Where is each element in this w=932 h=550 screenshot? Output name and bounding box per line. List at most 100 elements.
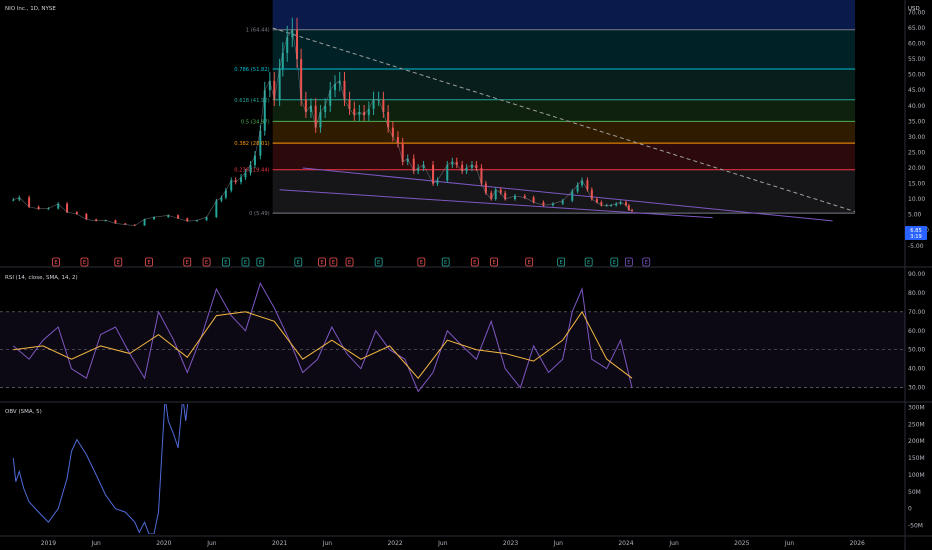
rsi-axis-tick: 30.00 (908, 385, 925, 392)
price-axis-tick: 20.00 (908, 165, 925, 172)
obv-axis-tick: 150M (908, 455, 925, 462)
earnings-marker-label: E (587, 260, 590, 266)
earnings-marker-label: E (377, 260, 380, 266)
fib-zone (272, 99, 856, 122)
fib-level-label: 0.236 (19.44) (234, 168, 269, 174)
fib-zone (272, 121, 856, 144)
fib-zone (272, 169, 856, 214)
chart-root: 1 (64.44) 0.786 (51.82) 0.618 (41.92) 0.5 (… (0, 0, 932, 550)
price-axis-tick: 45.00 (908, 87, 925, 94)
obv-line[interactable] (12, 380, 192, 534)
earnings-marker-label: E (297, 260, 300, 266)
price-axis-tick: 60.00 (908, 41, 925, 48)
price-candle-body (12, 199, 15, 201)
fib-zone-above (272, 0, 856, 30)
price-axis-tick: 40.00 (908, 103, 925, 110)
fib-zone (272, 69, 856, 100)
price-axis-tick: 5.00 (908, 212, 922, 219)
earnings-marker[interactable]: E (318, 257, 326, 267)
earnings-marker[interactable]: E (557, 257, 566, 267)
obv-panel[interactable] (12, 380, 192, 534)
chart-title: NIO Inc., 1D, NYSE (5, 6, 56, 12)
earnings-marker[interactable]: E (374, 257, 383, 267)
x-axis-tick: 2026 (850, 540, 865, 547)
earnings-marker-label: E (224, 260, 227, 266)
price-badge-time: 3:19 (910, 234, 922, 240)
earnings-marker[interactable]: E (417, 257, 426, 267)
price-axis-tick: 50.00 (908, 72, 925, 79)
obv-title: OBV (SMA, 5) (5, 409, 42, 415)
x-axis-tick: 2025 (734, 540, 749, 547)
price-candle-body (85, 214, 88, 220)
price-axis-tick: 25.00 (908, 149, 925, 156)
currency-label: USD (908, 6, 920, 12)
fib-level-label: 0.382 (28.01) (234, 141, 269, 147)
earnings-marker[interactable]: E (183, 257, 192, 267)
obv-axis-tick: 200M (908, 438, 925, 445)
rsi-axis-tick: 90.00 (908, 271, 925, 278)
earnings-marker[interactable]: E (294, 257, 303, 267)
obv-axis-tick: 100M (908, 472, 925, 479)
obv-axis-tick: 250M (908, 421, 925, 428)
x-axis-tick: Jun (553, 540, 564, 547)
obv-axis-tick: 0 (908, 506, 912, 513)
x-axis-tick: Jun (322, 540, 333, 547)
fib-level-label: 0 (5.49) (249, 211, 270, 217)
earnings-marker-label: E (420, 260, 423, 266)
fib-zone (272, 143, 856, 170)
earnings-marker[interactable]: E (610, 257, 619, 267)
earnings-marker[interactable]: E (490, 257, 498, 267)
x-axis-tick: Jun (437, 540, 448, 547)
earnings-marker[interactable]: E (114, 257, 123, 267)
earnings-marker-label: E (627, 260, 630, 266)
price-candle-body (215, 200, 218, 218)
earnings-marker-label: E (259, 260, 262, 266)
earnings-marker-label: E (645, 260, 648, 266)
earnings-marker-label: E (444, 260, 447, 266)
x-axis-tick: Jun (206, 540, 217, 547)
x-axis-tick: Jun (784, 540, 795, 547)
earnings-marker-label: E (613, 260, 616, 266)
rsi-axis-tick: 40.00 (908, 366, 925, 373)
earnings-marker[interactable]: E (221, 257, 230, 267)
price-candle-body (143, 219, 146, 226)
earnings-marker[interactable]: E (345, 257, 354, 267)
earnings-marker[interactable]: E (52, 257, 60, 267)
earnings-marker[interactable]: E (624, 257, 633, 267)
x-axis-tick: 2022 (387, 540, 402, 547)
price-axis-tick: 65.00 (908, 25, 925, 32)
x-axis-tick: 2019 (41, 540, 56, 547)
price-badge: 6.85 3:19 (905, 226, 927, 240)
earnings-marker[interactable]: E (145, 257, 153, 267)
fib-zone (272, 29, 856, 70)
price-axis-tick: 10.00 (908, 196, 925, 203)
earnings-marker[interactable]: E (256, 257, 265, 267)
earnings-marker[interactable]: E (470, 257, 479, 267)
earnings-marker[interactable]: E (202, 257, 211, 267)
earnings-marker[interactable]: E (441, 257, 450, 267)
price-candle-body (446, 164, 449, 181)
earnings-marker[interactable]: E (329, 257, 338, 267)
x-axis-tick: Jun (668, 540, 679, 547)
price-axis-tick: 15.00 (908, 181, 925, 188)
earnings-marker-label: E (332, 260, 335, 266)
earnings-marker-label: E (348, 260, 351, 266)
earnings-marker[interactable]: E (584, 257, 593, 267)
rsi-axis-tick: 70.00 (908, 309, 925, 316)
fib-level-label: 0.786 (51.82) (234, 67, 269, 73)
earnings-marker-label: E (492, 260, 495, 266)
x-axis-tick: 2020 (156, 540, 171, 547)
obv-axis-tick: -50M (908, 523, 923, 530)
earnings-marker-label: E (205, 260, 208, 266)
price-axis-tick: 35.00 (908, 118, 925, 125)
earnings-marker-label: E (186, 260, 189, 266)
earnings-marker[interactable]: E (241, 257, 250, 267)
earnings-marker[interactable]: E (525, 257, 534, 267)
earnings-marker[interactable]: E (80, 257, 89, 267)
rsi-panel[interactable] (0, 282, 905, 393)
obv-axis-tick: 300M (908, 404, 925, 411)
earnings-marker[interactable]: E (642, 257, 651, 267)
price-panel[interactable]: 1 (64.44)0.786 (51.82)0.618 (41.92)0.5 (… (12, 0, 856, 267)
chart-svg: 1 (64.44)0.786 (51.82)0.618 (41.92)0.5 (… (0, 0, 932, 550)
earnings-marker-label: E (83, 260, 86, 266)
